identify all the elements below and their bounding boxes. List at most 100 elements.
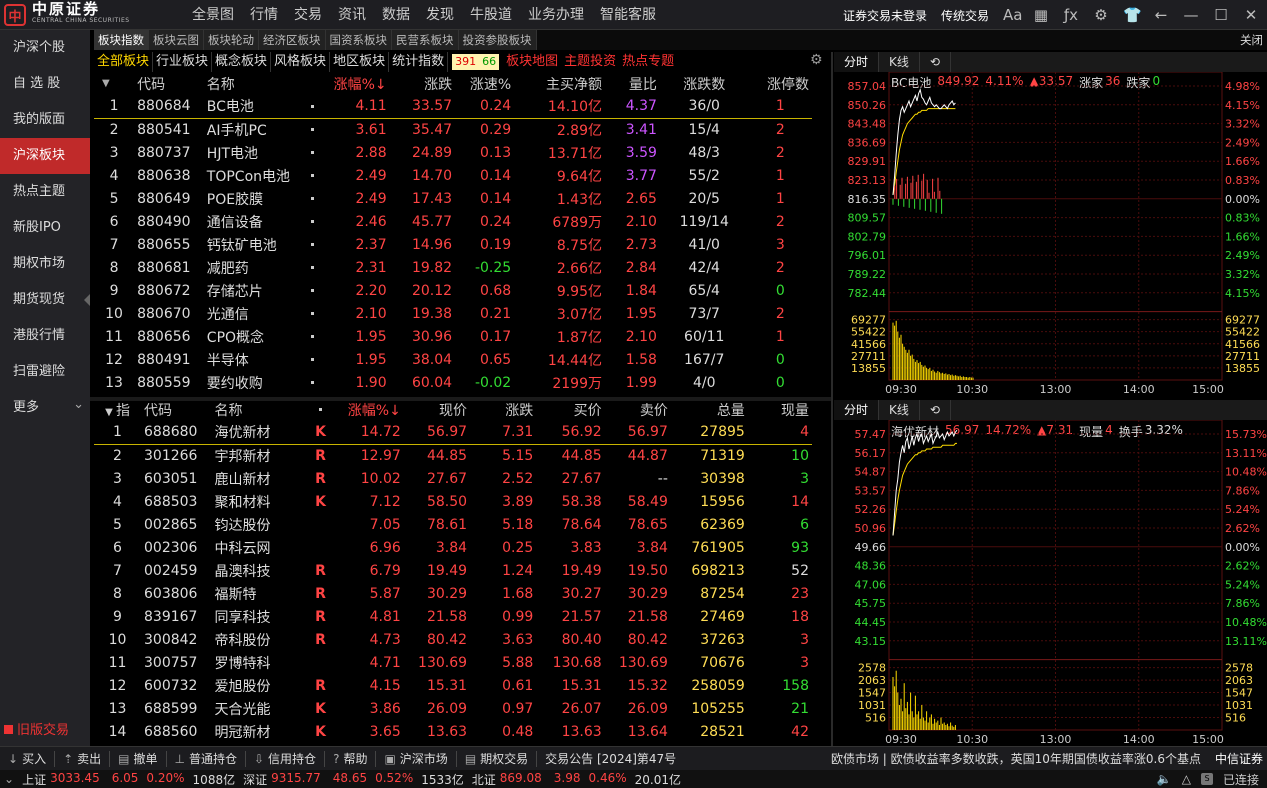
sidebar-item-10[interactable]: 更多 ⌄ (0, 390, 90, 426)
stock-row[interactable]: 3 603051 鹿山新材 R 10.02 27.67 2.52 27.67 -- 30398 3 (94, 467, 812, 490)
toolbar-button-1[interactable]: ⇡ 卖出 (55, 750, 111, 767)
stock-header-3[interactable] (310, 398, 331, 421)
stock-row[interactable]: 6 002306 中科云网 6.96 3.84 0.25 3.83 3.84 761905 93 (94, 536, 812, 559)
sidebar-item-3[interactable]: 沪深板块 (0, 138, 90, 174)
tab-2[interactable]: 板块轮动 (204, 30, 259, 50)
chart-tab-0[interactable]: 分时 (834, 400, 880, 420)
minimize-icon[interactable]: — (1183, 6, 1199, 24)
grid-icon[interactable]: ▦ (1033, 6, 1049, 24)
filter-4[interactable]: 地区板块 (330, 52, 390, 72)
sector-header-1[interactable]: 名称 (204, 72, 305, 95)
sort-menu-icon[interactable]: ▼ (105, 407, 116, 418)
stock-row[interactable]: 14 688560 明冠新材 K 3.65 13.63 0.48 13.63 13.64 2852… (94, 720, 812, 743)
stock-row[interactable]: 9 839167 同享科技 R 4.81 21.58 0.99 21.57 21.58 27469… (94, 605, 812, 628)
nav-3[interactable]: 资讯 (330, 0, 374, 30)
trade-mode-button[interactable]: 传统交易 (941, 7, 989, 24)
sector-header-0[interactable]: 代码 (134, 72, 204, 95)
filter-link-0[interactable]: 板块地图 (503, 52, 561, 72)
tab-3[interactable]: 经济区板块 (259, 30, 326, 50)
toolbar-button-5[interactable]: ? 帮助 (325, 750, 377, 767)
maximize-icon[interactable]: ☐ (1213, 6, 1229, 24)
sector-header-3[interactable]: 涨幅%↓ (320, 72, 390, 95)
filter-0[interactable]: 全部板块 (94, 52, 154, 72)
stock-row[interactable]: 10 300842 帝科股份 R 4.73 80.42 3.63 80.40 80.42 3726… (94, 628, 812, 651)
bz-index[interactable]: 北证 869.08 3.98 0.46% 20.01亿 (468, 771, 685, 788)
sidebar-item-5[interactable]: 新股IPO (0, 210, 90, 246)
sector-row[interactable]: 5 880649 POE胶膜 2.49 17.43 0.14 1.43亿 2.65 20/5 1 (94, 187, 812, 210)
sector-row[interactable]: 2 880541 AI手机PC 3.61 35.47 0.29 2.89亿 3.41 15/4 2 (94, 118, 812, 141)
fx-icon[interactable]: ƒx (1063, 6, 1079, 24)
settings-gear-icon[interactable]: ⚙ (810, 52, 823, 68)
filter-2[interactable]: 概念板块 (212, 52, 272, 72)
stock-header-5[interactable]: 现价 (404, 398, 470, 421)
stock-header-9[interactable]: 总量 (671, 398, 748, 421)
stock-row[interactable]: 13 688599 天合光能 K 3.86 26.09 0.97 26.07 26.09 1052… (94, 697, 812, 720)
tab-1[interactable]: 板块云图 (149, 30, 204, 50)
tab-6[interactable]: 投资参股板块 (458, 30, 537, 50)
toolbar-button-7[interactable]: ▤ 期权交易 (457, 750, 538, 767)
close-tabs-button[interactable]: 关闭 (1236, 30, 1267, 50)
sector-header-4[interactable]: 涨跌 (390, 72, 455, 95)
gear-icon[interactable]: ⚙ (1093, 6, 1109, 24)
toolbar-button-4[interactable]: ⇩ 信用持仓 (246, 750, 326, 767)
filter-1[interactable]: 行业板块 (153, 52, 213, 72)
nav-0[interactable]: 全景图 (184, 0, 242, 30)
sidebar-item-7[interactable]: 期货现货 (0, 282, 90, 318)
stock-row[interactable]: 4 688503 聚和材料 K 7.12 58.50 3.89 58.38 58.49 15956… (94, 490, 812, 513)
refresh-icon[interactable]: ⟲ (920, 400, 951, 420)
login-status[interactable]: 证券交易未登录 (843, 7, 927, 24)
sidebar-item-9[interactable]: 扫雷避险 (0, 354, 90, 390)
sector-header-8[interactable]: 涨跌数 (660, 72, 749, 95)
filter-5[interactable]: 统计指数 (389, 52, 449, 72)
sector-row[interactable]: 9 880672 存储芯片 2.20 20.12 0.68 9.95亿 1.84 65/4 0 (94, 279, 812, 302)
sector-header-9[interactable]: 涨停数 (749, 72, 812, 95)
filter-link-1[interactable]: 主题投资 (561, 52, 619, 72)
nav-5[interactable]: 发现 (418, 0, 462, 30)
sidebar-item-2[interactable]: 我的版面 (0, 102, 90, 138)
font-size-icon[interactable]: Aa (1003, 6, 1022, 24)
stock-row[interactable]: 12 600732 爱旭股份 R 4.15 15.31 0.61 15.31 15.32 2580… (94, 674, 812, 697)
stock-header-2[interactable]: 名称 (212, 398, 310, 421)
sidebar-item-6[interactable]: 期权市场 (0, 246, 90, 282)
stock-header-1[interactable]: 代码 (141, 398, 212, 421)
sidebar-item-0[interactable]: 沪深个股 (0, 30, 90, 66)
stock-header-4[interactable]: 涨幅%↓ (331, 398, 404, 421)
sector-row[interactable]: 11 880656 CPO概念 1.95 30.96 0.17 1.87亿 2.10 60/11… (94, 325, 812, 348)
sector-row[interactable]: 12 880491 半导体 1.95 38.04 0.65 14.44亿 1.58 167/7 0 (94, 348, 812, 371)
news-ticker-1[interactable]: 交易公告 [2024]第47号 (545, 750, 685, 767)
stock-row[interactable]: 11 300757 罗博特科 4.71 130.69 5.88 130.68 130.69 70… (94, 651, 812, 674)
stock-header-8[interactable]: 卖价 (605, 398, 671, 421)
tab-0[interactable]: 板块指数 (94, 30, 149, 50)
sector-row[interactable]: 8 880681 减肥药 2.31 19.82 -0.25 2.66亿 2.84 42/4 2 (94, 256, 812, 279)
tab-5[interactable]: 民营系板块 (392, 30, 459, 50)
refresh-icon[interactable]: ⟲ (920, 52, 951, 72)
stock-header-7[interactable]: 买价 (536, 398, 604, 421)
stock-header-6[interactable]: 涨跌 (470, 398, 536, 421)
alert-icon[interactable]: △ (1182, 772, 1191, 786)
chart-tab-0[interactable]: 分时 (834, 52, 880, 72)
sector-row[interactable]: 6 880490 通信设备 2.46 45.77 0.24 6789万 2.10 119/14 2 (94, 210, 812, 233)
nav-6[interactable]: 牛股道 (462, 0, 520, 30)
sector-header-5[interactable]: 涨速% (455, 72, 514, 95)
chart-tab-1[interactable]: K线 (879, 400, 920, 420)
nav-1[interactable]: 行情 (242, 0, 286, 30)
sh-index[interactable]: 上证 3033.45 6.05 0.20% 1088亿 (18, 771, 239, 788)
sector-row[interactable]: 4 880638 TOPCon电池 2.49 14.70 0.14 9.64亿 3.77 55/… (94, 164, 812, 187)
sector-row[interactable]: 1 880684 BC电池 4.11 33.57 0.24 14.10亿 4.37 36/0 1 (94, 95, 812, 119)
chart-tab-1[interactable]: K线 (879, 52, 920, 72)
stock-row[interactable]: 2 301266 宇邦新材 R 12.97 44.85 5.15 44.85 44.87 7131… (94, 444, 812, 467)
nav-4[interactable]: 数据 (374, 0, 418, 30)
sector-row[interactable]: 13 880559 要约收购 1.90 60.04 -0.02 2199万 1.99 4/0 0 (94, 371, 812, 394)
sz-index[interactable]: 深证 9315.77 48.65 0.52% 1533亿 (239, 771, 468, 788)
filter-3[interactable]: 风格板块 (271, 52, 331, 72)
toolbar-button-0[interactable]: ↓ 买入 (0, 750, 56, 767)
shirt-icon[interactable]: 👕 (1123, 6, 1142, 24)
toolbar-button-6[interactable]: ▣ 沪深市场 (376, 750, 457, 767)
nav-2[interactable]: 交易 (286, 0, 330, 30)
sector-row[interactable]: 7 880655 钙钛矿电池 2.37 14.96 0.19 8.75亿 2.73 41/0 3 (94, 233, 812, 256)
close-icon[interactable]: ✕ (1243, 6, 1259, 24)
nav-7[interactable]: 业务办理 (520, 0, 592, 30)
sector-row[interactable]: 3 880737 HJT电池 2.88 24.89 0.13 13.71亿 3.59 48/3 2 (94, 141, 812, 164)
stock-row[interactable]: 8 603806 福斯特 R 5.87 30.29 1.68 30.27 30.29 87254 2… (94, 582, 812, 605)
filter-link-2[interactable]: 热点专题 (619, 52, 677, 72)
